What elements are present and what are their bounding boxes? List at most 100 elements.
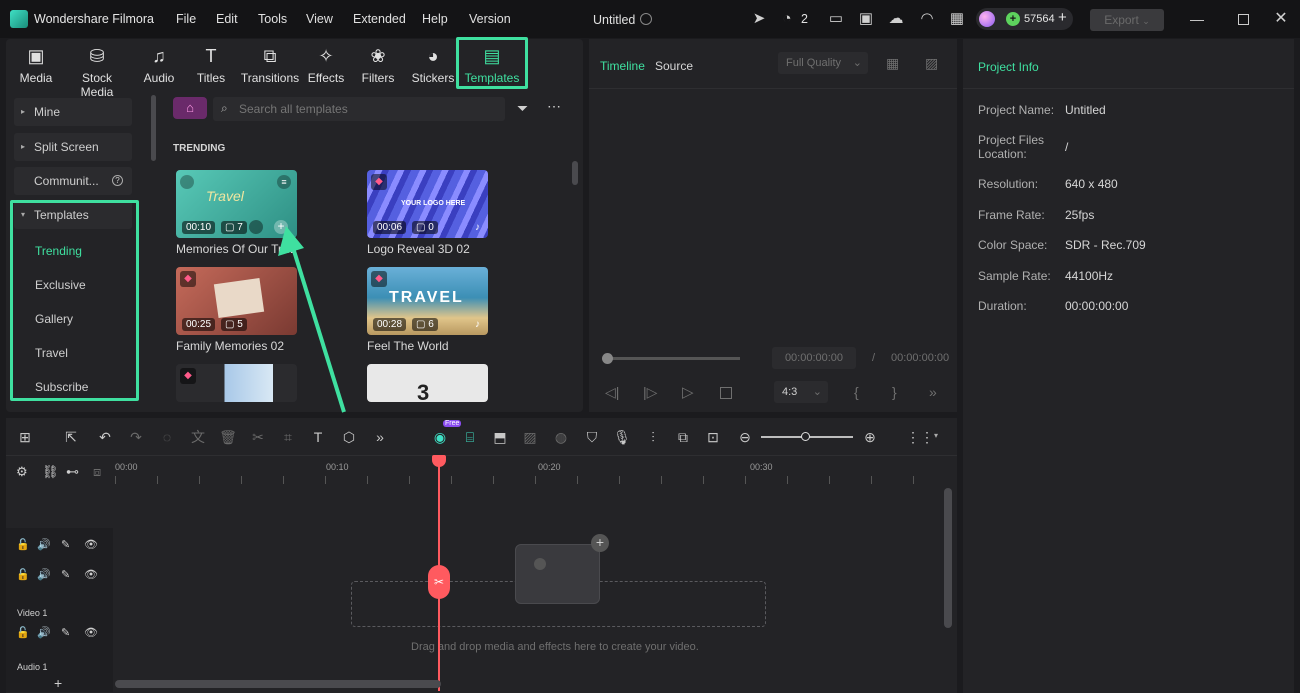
translate-icon[interactable]: 文 <box>189 428 207 446</box>
text-tool-icon[interactable]: T <box>309 428 327 446</box>
tab-templates[interactable]: ▤ Templates <box>456 37 528 89</box>
menu-version[interactable]: Version <box>469 12 511 26</box>
effects-toggle-icon[interactable]: ✎ <box>61 626 70 639</box>
search-box[interactable]: ⌕ <box>213 97 505 121</box>
next-frame-icon[interactable]: |▷ <box>643 384 657 401</box>
effects-toggle-icon[interactable]: ✎ <box>61 538 70 551</box>
store-icon[interactable]: ⌂ <box>173 97 207 119</box>
maximize-icon[interactable] <box>1238 14 1249 25</box>
mark-in-icon[interactable]: { <box>854 384 859 400</box>
microphone-icon[interactable]: 🎙 <box>613 428 631 446</box>
delete-icon[interactable]: 🗑 <box>219 428 237 446</box>
visibility-eye-icon[interactable]: 👁 <box>84 538 98 551</box>
search-input[interactable] <box>239 100 499 118</box>
auto-edit-icon[interactable]: ⌸ <box>461 428 479 446</box>
image-icon[interactable]: ▨ <box>521 428 539 446</box>
unlink-icon[interactable]: ⛓ <box>42 464 59 480</box>
menu-icon[interactable]: ≡ <box>277 175 291 189</box>
menu-help[interactable]: Help <box>422 12 448 26</box>
notification-icon[interactable]: ◔ <box>778 10 796 28</box>
split-scissors-icon[interactable]: ✂ <box>249 428 267 446</box>
sidebar-item-mine[interactable]: ▸ Mine <box>14 98 132 126</box>
tab-stickers[interactable]: ◕ Stickers <box>411 45 455 89</box>
save-icon[interactable]: ▣ <box>857 10 875 28</box>
add-media-icon[interactable]: + <box>591 534 609 552</box>
shape-icon[interactable]: ⬡ <box>340 428 358 446</box>
volume-icon[interactable]: 🔊 <box>37 538 51 551</box>
play-icon[interactable]: ▷ <box>682 383 694 401</box>
crop-icon[interactable]: ⌗ <box>279 428 297 446</box>
current-time[interactable]: 00:00:00:00 <box>772 347 856 369</box>
ai-assistant-icon[interactable]: ◉ <box>431 428 449 446</box>
template-card-countdown[interactable]: 3 <box>367 364 488 402</box>
lock-icon[interactable]: 🔓 <box>16 538 30 551</box>
redo-icon[interactable]: ↷ <box>127 428 145 446</box>
volume-icon[interactable]: 🔊 <box>37 626 51 639</box>
quality-select[interactable]: Full Quality ⌄ <box>778 52 868 74</box>
tab-timeline[interactable]: Timeline <box>600 59 645 73</box>
preview-icon[interactable] <box>180 175 194 189</box>
cloud-upload-icon[interactable]: ☁ <box>887 10 905 28</box>
share-icon[interactable]: ➤ <box>750 10 768 28</box>
template-card-logo-reveal[interactable]: ◆ YOUR LOGO HERE 00:06 ▢ 0 ♪ <box>367 170 488 238</box>
grid-view-icon[interactable]: ▦ <box>886 55 899 72</box>
close-icon[interactable]: ✕ <box>1272 10 1290 28</box>
tab-titles[interactable]: T Titles <box>193 45 229 89</box>
sidebar-scrollbar[interactable] <box>151 95 156 161</box>
menu-view[interactable]: View <box>306 12 333 26</box>
speed-icon[interactable]: ◌ <box>158 428 176 446</box>
zoom-out-icon[interactable]: ⊖ <box>736 428 754 446</box>
apps-grid-icon[interactable]: ▦ <box>948 10 966 28</box>
playback-scrubber[interactable] <box>602 353 613 364</box>
lock-icon[interactable]: 🔓 <box>16 626 30 639</box>
track-manager-icon[interactable]: ⧈ <box>93 464 101 480</box>
more-tools-icon[interactable]: » <box>371 428 389 446</box>
vertical-scrollbar[interactable] <box>944 488 952 628</box>
help-icon[interactable]: ? <box>112 175 123 186</box>
minimize-icon[interactable]: — <box>1188 10 1206 28</box>
tab-audio[interactable]: ♫ Audio <box>140 45 178 89</box>
menu-extended[interactable]: Extended <box>353 12 406 26</box>
track-height-icon[interactable]: ⋮⋮ <box>906 428 934 446</box>
export-frame-icon[interactable]: ⬒ <box>491 428 509 446</box>
tab-media[interactable]: ▣ Media <box>16 45 56 89</box>
favorite-icon[interactable] <box>249 220 263 234</box>
sidebar-item-community[interactable]: Communit...? <box>14 167 132 195</box>
tab-source[interactable]: Source <box>655 59 693 73</box>
lock-icon[interactable]: 🔓 <box>16 568 30 581</box>
layout-icon[interactable]: ▭ <box>827 10 845 28</box>
credits-pill[interactable]: + 57564 + <box>976 8 1073 30</box>
fit-icon[interactable]: ⊡ <box>704 428 722 446</box>
settings-gear-icon[interactable]: ⚙ <box>16 464 28 480</box>
shield-icon[interactable]: ⛉ <box>583 428 601 446</box>
stop-icon[interactable] <box>720 387 732 399</box>
zoom-slider-handle[interactable] <box>801 432 810 441</box>
layout-grid-icon[interactable]: ⊞ <box>16 428 34 446</box>
add-credits-icon[interactable]: + <box>1058 9 1067 26</box>
aspect-ratio-select[interactable]: 4:3 ⌄ <box>774 381 828 403</box>
playhead-handle[interactable] <box>432 455 446 467</box>
playback-progress-track[interactable] <box>608 357 740 360</box>
add-track-icon[interactable]: + <box>54 675 62 691</box>
link-icon[interactable]: ⊷ <box>66 464 79 480</box>
sidebar-item-split-screen[interactable]: ▸ Split Screen <box>14 133 132 161</box>
undo-icon[interactable]: ↶ <box>96 428 114 446</box>
menu-edit[interactable]: Edit <box>216 12 238 26</box>
effects-toggle-icon[interactable]: ✎ <box>61 568 70 581</box>
volume-icon[interactable]: 🔊 <box>37 568 51 581</box>
audio-mixer-icon[interactable]: ⫶ <box>644 428 662 446</box>
templates-scrollbar[interactable] <box>572 161 578 185</box>
menu-file[interactable]: File <box>176 12 196 26</box>
horizontal-scrollbar[interactable] <box>115 680 441 688</box>
template-card-feel-world[interactable]: ◆ TRAVEL 00:28 ▢ 6 ♪ <box>367 267 488 335</box>
visibility-eye-icon[interactable]: 👁 <box>84 568 98 581</box>
more-controls-icon[interactable]: » <box>929 384 937 400</box>
snapshot-icon[interactable]: ▨ <box>925 55 938 72</box>
chevron-down-icon[interactable]: ▾ <box>934 431 938 440</box>
split-scissors-icon[interactable]: ✂ <box>428 565 450 599</box>
prev-frame-icon[interactable]: ◁| <box>605 384 619 401</box>
more-options-icon[interactable]: ⋯ <box>547 98 562 115</box>
zoom-in-icon[interactable]: ⊕ <box>861 428 879 446</box>
stabilize-icon[interactable]: ◍ <box>552 428 570 446</box>
filter-funnel-icon[interactable]: ⏷ <box>517 100 528 117</box>
